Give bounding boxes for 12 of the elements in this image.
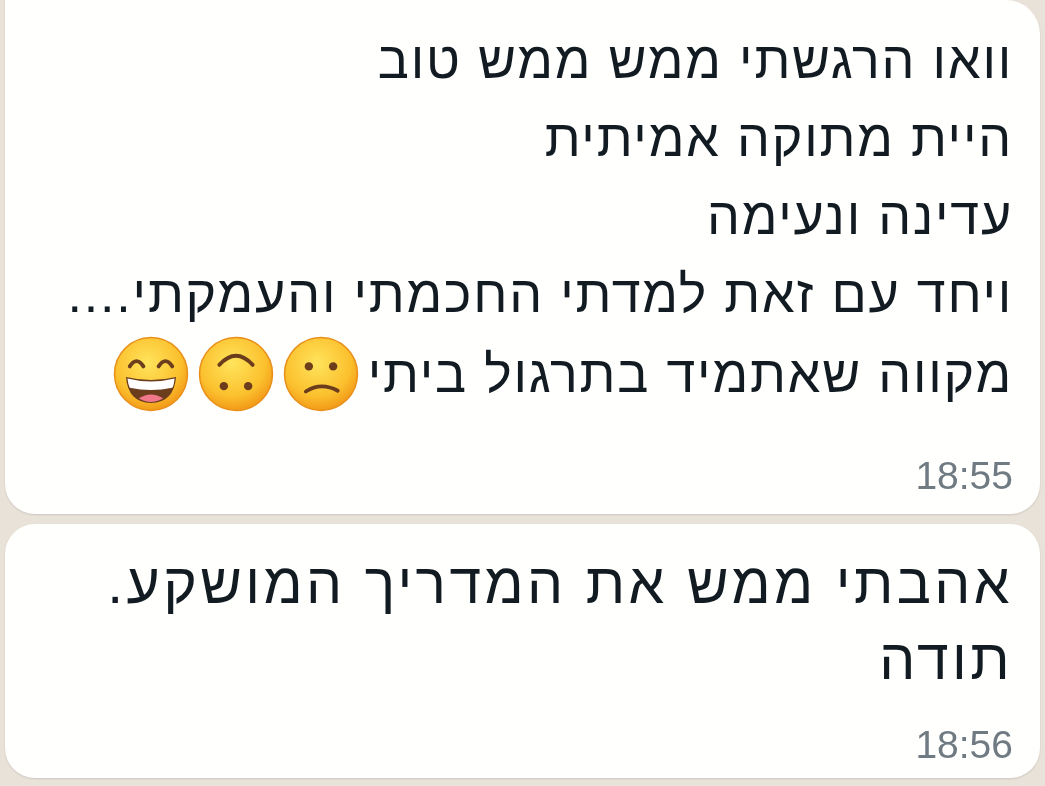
message-text: היית מתוקה אמיתית <box>544 108 1013 169</box>
timestamp: 18:56 <box>915 725 1013 765</box>
message-text: עדינה ונעימה <box>707 186 1013 247</box>
message-text: תודה <box>879 626 1013 693</box>
message-text: אהבתי ממש את המדריך המושקע. <box>107 550 1013 617</box>
message-text: מקווה שאתמיד בתרגול ביתי <box>367 344 1013 405</box>
message-text: ויחד עם זאת למדתי החכמתי והעמקתי.... <box>67 264 1013 325</box>
grinning-face-icon <box>112 336 189 412</box>
timestamp: 18:55 <box>915 456 1013 496</box>
upside-down-face-icon <box>197 336 274 412</box>
message-text: וואו הרגשתי ממש ממש טוב <box>377 30 1013 91</box>
confused-face-icon <box>282 336 359 412</box>
